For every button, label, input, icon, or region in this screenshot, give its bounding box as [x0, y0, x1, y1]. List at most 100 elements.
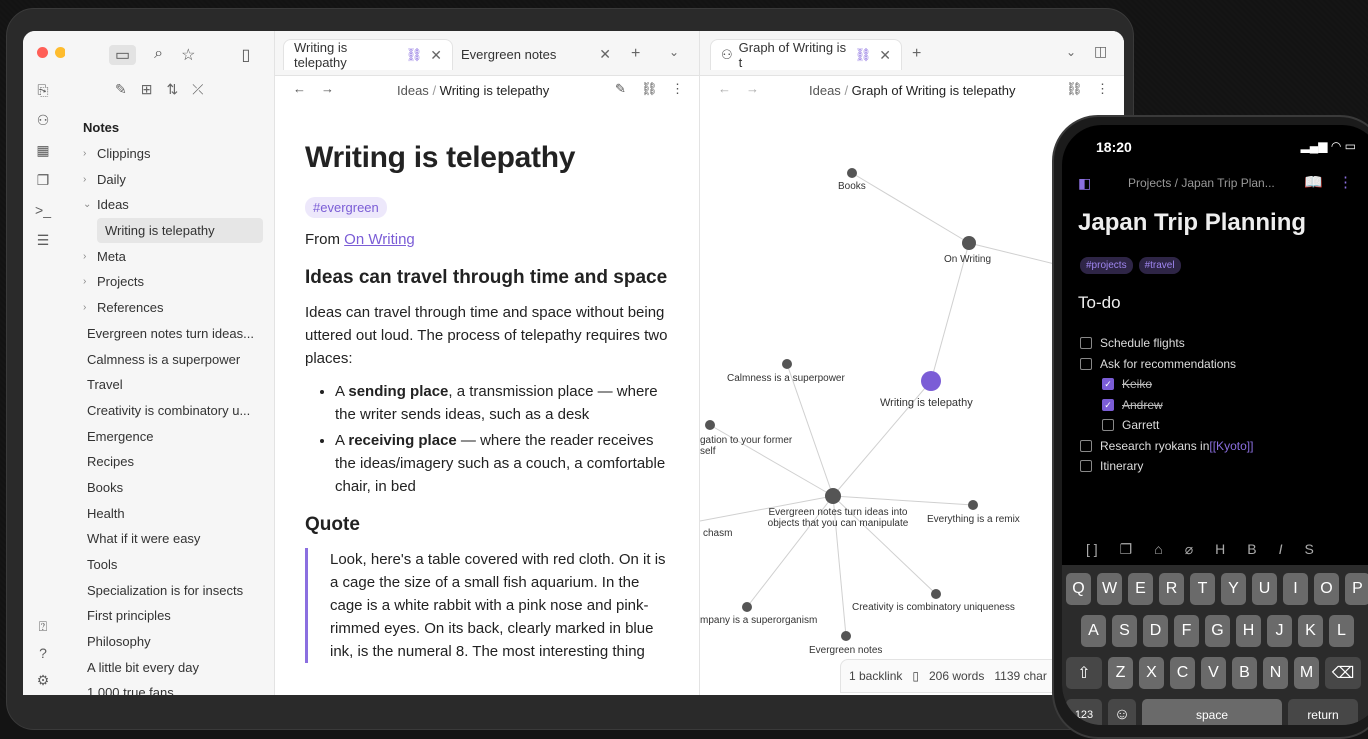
numbers-key[interactable]: 123 [1066, 699, 1102, 725]
graph-view-icon[interactable]: ⚇ [34, 111, 52, 129]
folder-item[interactable]: › References [83, 295, 273, 321]
file-item[interactable]: Specialization is for insects [83, 577, 273, 603]
help-icon[interactable]: ? [34, 644, 52, 662]
file-item[interactable]: Travel [83, 372, 273, 398]
graph-node[interactable] [742, 602, 752, 612]
new-note-icon[interactable]: ✎ [115, 81, 127, 98]
file-item[interactable]: Calmness is a superpower [83, 346, 273, 372]
strikethrough-icon[interactable]: S [1305, 541, 1314, 557]
todo-checkbox[interactable] [1080, 357, 1092, 370]
key-m[interactable]: M [1294, 657, 1319, 689]
file-item[interactable]: Emergence [83, 423, 273, 449]
key-g[interactable]: G [1205, 615, 1230, 647]
tab-evergreen-notes[interactable]: Evergreen notes ✕ [451, 39, 621, 69]
key-e[interactable]: E [1128, 573, 1153, 605]
phone-tag[interactable]: #travel [1138, 257, 1181, 274]
graph-node[interactable] [825, 488, 841, 504]
bold-icon[interactable]: B [1247, 541, 1256, 557]
graph-node[interactable] [782, 359, 792, 369]
reading-mode-icon[interactable]: 📖 [1304, 173, 1323, 191]
graph-node[interactable] [847, 168, 857, 178]
sort-icon[interactable]: ⇅ [166, 81, 178, 98]
file-icon[interactable]: ❐ [1120, 541, 1133, 558]
sidebar-toggle-icon[interactable]: ◧ [1078, 175, 1091, 192]
new-tab-icon[interactable]: + [631, 45, 640, 63]
attachment-icon[interactable]: ⌀ [1185, 541, 1193, 558]
key-a[interactable]: A [1081, 615, 1106, 647]
vault-switcher-icon[interactable]: ⍰ [34, 617, 52, 635]
folder-item[interactable]: › Clippings [83, 141, 273, 167]
graph-node[interactable] [962, 236, 976, 250]
back-arrow-icon[interactable]: ← [293, 81, 306, 96]
file-item[interactable]: Evergreen notes turn ideas... [83, 321, 273, 347]
graph-node[interactable] [841, 631, 851, 641]
key-i[interactable]: I [1283, 573, 1308, 605]
tag-icon[interactable]: ⌂ [1154, 541, 1162, 557]
file-item[interactable]: Health [83, 500, 273, 526]
calendar-icon[interactable]: ▦ [34, 141, 52, 159]
key-y[interactable]: Y [1221, 573, 1246, 605]
open-quick-switcher-icon[interactable]: ⎘ [34, 81, 52, 99]
file-item[interactable]: First principles [83, 603, 273, 629]
graph-node[interactable] [705, 420, 715, 430]
key-q[interactable]: Q [1066, 573, 1091, 605]
todo-checkbox[interactable]: ✓ [1102, 398, 1114, 411]
key-d[interactable]: D [1143, 615, 1168, 647]
todo-checkbox[interactable]: ✓ [1102, 378, 1114, 391]
forward-arrow-icon[interactable]: → [321, 81, 334, 96]
file-item[interactable]: Writing is telepathy [97, 217, 263, 244]
file-item[interactable]: Philosophy [83, 629, 273, 655]
on-writing-link[interactable]: On Writing [344, 231, 415, 248]
tab-writing-is-telepathy[interactable]: Writing is telepathy ⛓ ✕ [283, 39, 453, 70]
tag-evergreen[interactable]: #evergreen [305, 197, 387, 218]
heading-icon[interactable]: H [1215, 541, 1225, 557]
graph-node[interactable] [921, 371, 941, 391]
key-v[interactable]: V [1201, 657, 1226, 689]
folder-item[interactable]: › Meta [83, 243, 273, 269]
shift-key[interactable]: ⇧ [1066, 657, 1102, 689]
key-t[interactable]: T [1190, 573, 1215, 605]
command-palette-icon[interactable]: >_ [34, 201, 52, 219]
tab-list-chevron-icon[interactable]: ⌄ [669, 45, 679, 59]
folder-icon[interactable]: ▭ [109, 45, 137, 65]
todo-checkbox[interactable] [1080, 460, 1092, 473]
todo-checkbox[interactable] [1102, 419, 1114, 432]
return-key[interactable]: return [1288, 699, 1358, 725]
key-z[interactable]: Z [1108, 657, 1133, 689]
key-s[interactable]: S [1112, 615, 1137, 647]
key-x[interactable]: X [1139, 657, 1164, 689]
brackets-icon[interactable]: [ ] [1086, 541, 1098, 557]
file-item[interactable]: What if it were easy [83, 526, 273, 552]
key-k[interactable]: K [1298, 615, 1323, 647]
close-tab-icon[interactable]: ✕ [430, 47, 442, 64]
key-f[interactable]: F [1174, 615, 1199, 647]
vault-root-notes[interactable]: Notes [83, 115, 273, 141]
file-item[interactable]: Books [83, 475, 273, 501]
key-o[interactable]: O [1314, 573, 1339, 605]
toggle-sidebar-icon[interactable]: ▯ [241, 45, 250, 65]
folder-item[interactable]: ⌄ Ideas [83, 192, 273, 218]
bookmark-star-icon[interactable]: ☆ [181, 45, 195, 65]
link-icon[interactable]: ⛓ [641, 81, 658, 97]
file-item[interactable]: 1,000 true fans [83, 680, 273, 695]
todo-checkbox[interactable] [1080, 337, 1092, 350]
key-n[interactable]: N [1263, 657, 1288, 689]
backspace-key[interactable]: ⌫ [1325, 657, 1361, 689]
search-icon[interactable]: ⌕ [154, 45, 163, 65]
folder-item[interactable]: › Daily [83, 166, 273, 192]
key-j[interactable]: J [1267, 615, 1292, 647]
file-item[interactable]: Recipes [83, 449, 273, 475]
key-r[interactable]: R [1159, 573, 1184, 605]
file-item[interactable]: Tools [83, 552, 273, 578]
settings-gear-icon[interactable]: ⚙ [34, 671, 52, 689]
close-window-button[interactable] [37, 47, 48, 58]
key-p[interactable]: P [1345, 573, 1368, 605]
edit-pencil-icon[interactable]: ✎ [615, 81, 626, 97]
key-w[interactable]: W [1097, 573, 1122, 605]
close-tab-icon[interactable]: ✕ [599, 46, 611, 63]
backlink-count[interactable]: 1 backlink [849, 669, 902, 683]
canvas-icon[interactable]: ☰ [34, 231, 52, 249]
todo-checkbox[interactable] [1080, 439, 1092, 452]
breadcrumb-folder[interactable]: Ideas [397, 83, 429, 98]
folder-item[interactable]: › Projects [83, 269, 273, 295]
